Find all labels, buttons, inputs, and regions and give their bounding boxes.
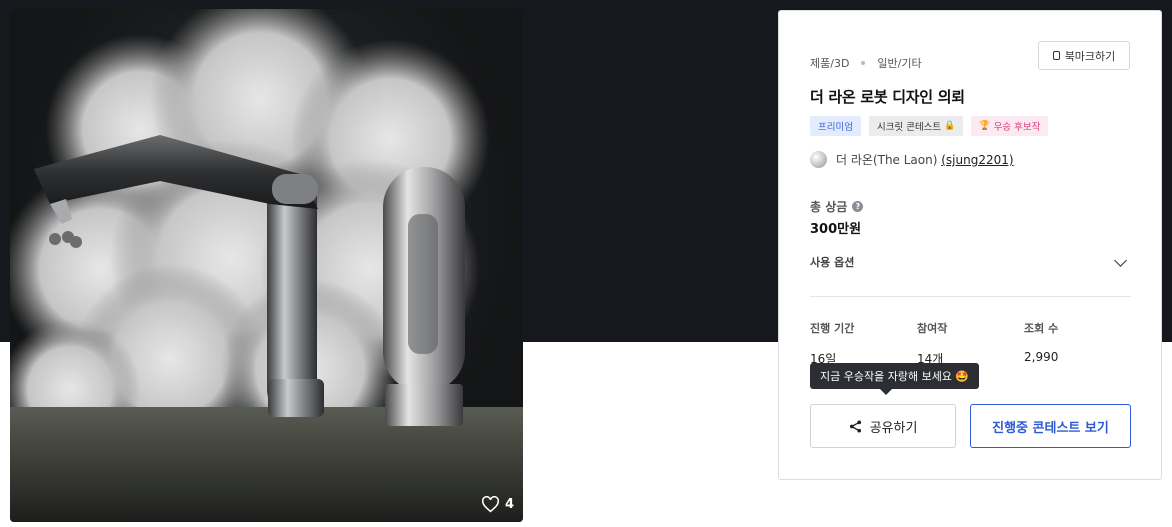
contest-info-card: 제품/3D 일반/기타 북마크하기 더 라온 로봇 디자인 의뢰 프리미엄 시크… bbox=[778, 10, 1162, 480]
divider bbox=[810, 296, 1131, 297]
stat-duration: 진행 기간 16일 bbox=[810, 320, 917, 367]
stat-views-value: 2,990 bbox=[1024, 350, 1059, 364]
breadcrumb: 제품/3D 일반/기타 bbox=[810, 55, 922, 71]
view-ongoing-contests-button[interactable]: 진행중 콘테스트 보기 bbox=[970, 404, 1131, 448]
trophy-icon: 🏆 bbox=[979, 121, 991, 131]
bookmark-label: 북마크하기 bbox=[1064, 49, 1116, 63]
premium-badge-label: 프리미엄 bbox=[818, 122, 853, 133]
stat-entries-label: 참여작 bbox=[917, 322, 948, 335]
share-tooltip-text: 지금 우승작을 자랑해 보세요 bbox=[820, 370, 952, 383]
total-prize-label: 총 상금 ? bbox=[810, 198, 864, 215]
share-icon bbox=[849, 419, 861, 433]
usage-options-toggle[interactable]: 사용 옵션 bbox=[810, 252, 1131, 272]
stat-entries: 참여작 14개 bbox=[917, 320, 1024, 367]
winner-candidate-badge-label: 우승 후보작 bbox=[993, 122, 1041, 133]
help-icon[interactable]: ? bbox=[852, 201, 864, 212]
stat-views: 조회 수 2,990 bbox=[1024, 320, 1131, 367]
author-name: 더 라온(The Laon) bbox=[836, 153, 938, 167]
breadcrumb-separator bbox=[861, 61, 866, 65]
chevron-down-icon bbox=[1114, 253, 1127, 267]
like-count: 4 bbox=[504, 497, 514, 512]
avatar bbox=[810, 151, 827, 168]
stat-duration-label: 진행 기간 bbox=[810, 322, 855, 335]
breadcrumb-subcategory[interactable]: 일반/기타 bbox=[877, 55, 921, 71]
winner-candidate-badge: 🏆 우승 후보작 bbox=[971, 116, 1049, 136]
secret-contest-badge-label: 시크릿 콘테스트 bbox=[876, 122, 942, 133]
author-info[interactable]: 더 라온(The Laon) (sjung2201) bbox=[810, 151, 1014, 168]
starstruck-emoji-icon: 🤩 bbox=[954, 369, 969, 383]
breadcrumb-category[interactable]: 제품/3D bbox=[810, 55, 849, 71]
usage-options-label: 사용 옵션 bbox=[810, 256, 855, 269]
badge-row: 프리미엄 시크릿 콘테스트 🔒 🏆 우승 후보작 bbox=[810, 116, 1049, 136]
total-prize-value: 300만원 bbox=[810, 222, 862, 237]
like-counter[interactable]: 4 bbox=[481, 496, 514, 513]
bookmark-icon bbox=[1052, 51, 1060, 60]
view-ongoing-contests-label: 진행중 콘테스트 보기 bbox=[992, 420, 1109, 436]
share-button[interactable]: 공유하기 bbox=[810, 404, 956, 448]
heart-outline-icon bbox=[481, 496, 499, 513]
total-prize-label-text: 총 상금 bbox=[810, 200, 848, 214]
secret-contest-badge: 시크릿 콘테스트 🔒 bbox=[868, 116, 964, 136]
bookmark-button[interactable]: 북마크하기 bbox=[1038, 41, 1130, 70]
contest-title: 더 라온 로봇 디자인 의뢰 bbox=[810, 88, 965, 106]
share-button-label: 공유하기 bbox=[869, 420, 918, 436]
robot-faucet-render bbox=[10, 9, 523, 522]
contest-stats: 진행 기간 16일 참여작 14개 조회 수 2,990 bbox=[810, 320, 1131, 367]
stat-views-label: 조회 수 bbox=[1024, 322, 1059, 335]
premium-badge: 프리미엄 bbox=[810, 116, 861, 136]
contest-hero-image[interactable]: 4 bbox=[10, 9, 523, 522]
share-tooltip: 지금 우승작을 자랑해 보세요 🤩 bbox=[810, 363, 979, 395]
author-handle[interactable]: (sjung2201) bbox=[941, 153, 1013, 167]
lock-icon: 🔒 bbox=[944, 121, 956, 131]
